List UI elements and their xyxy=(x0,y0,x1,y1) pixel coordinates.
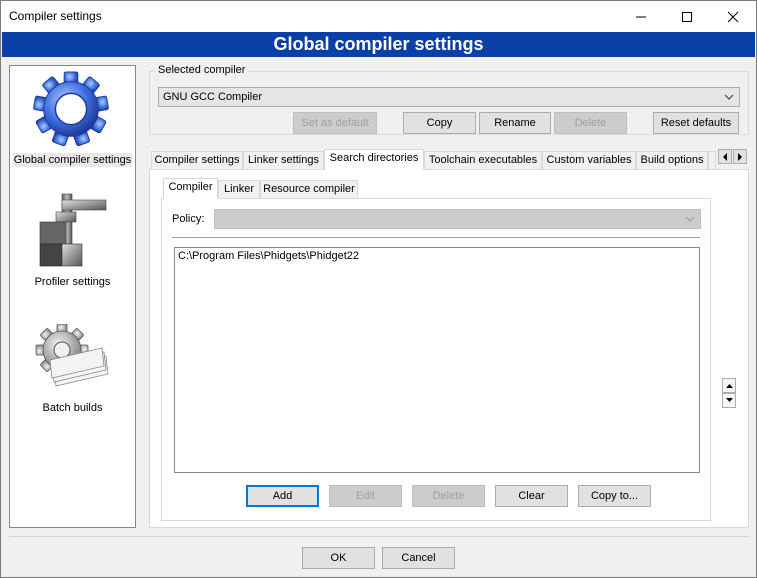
copy-to-button[interactable]: Copy to... xyxy=(578,485,651,507)
tab-linker-settings[interactable]: Linker settings xyxy=(243,151,324,169)
sidebar-item-label: Batch builds xyxy=(42,402,103,414)
clear-directories-button[interactable]: Clear xyxy=(495,485,568,507)
chevron-down-icon xyxy=(724,94,734,100)
sidebar-item-batch-builds[interactable]: Batch builds xyxy=(10,320,135,420)
sidebar-item-profiler-settings[interactable]: Profiler settings xyxy=(10,188,135,298)
list-item[interactable]: C:\Program Files\Phidgets\Phidget22 xyxy=(175,248,699,264)
minimize-icon xyxy=(636,16,646,17)
separator xyxy=(172,237,700,238)
arrow-right-icon xyxy=(738,152,742,161)
compiler-select[interactable]: GNU GCC Compiler xyxy=(158,87,740,107)
dialog-separator xyxy=(9,536,749,537)
window-title: Compiler settings xyxy=(9,9,102,23)
copy-compiler-button[interactable]: Copy xyxy=(403,112,476,134)
selected-compiler-label: Selected compiler xyxy=(155,64,249,76)
move-down-button[interactable] xyxy=(722,393,736,408)
batch-builds-icon xyxy=(35,324,109,387)
gear-icon xyxy=(33,71,109,147)
subtab-compiler[interactable]: Compiler xyxy=(163,178,218,199)
compiler-directories-panel: Policy: C:\Program Files\Phidgets\Phidge… xyxy=(161,198,711,521)
compiler-settings-window: Compiler settings Global compiler settin… xyxy=(0,0,757,578)
subtab-resource-compiler[interactable]: Resource compiler xyxy=(260,180,358,198)
settings-category-list: Global compiler settings Profiler settin… xyxy=(9,65,136,528)
edit-directory-button[interactable]: Edit xyxy=(329,485,402,507)
policy-label: Policy: xyxy=(172,213,205,225)
close-button[interactable] xyxy=(710,1,756,32)
delete-directory-button[interactable]: Delete xyxy=(412,485,485,507)
sidebar-item-label: Global compiler settings xyxy=(12,153,133,167)
sidebar-item-global-compiler-settings[interactable]: Global compiler settings xyxy=(10,68,135,168)
set-as-default-button[interactable]: Set as default xyxy=(293,112,377,134)
policy-select[interactable] xyxy=(214,209,701,229)
selected-compiler-group: Selected compiler GNU GCC Compiler Set a… xyxy=(149,64,749,135)
arrow-down-icon xyxy=(725,398,733,402)
settings-tabs: Compiler settings Linker settings Search… xyxy=(151,149,751,170)
tab-custom-variables[interactable]: Custom variables xyxy=(542,151,636,169)
banner-title: Global compiler settings xyxy=(2,32,755,57)
title-bar: Compiler settings xyxy=(1,1,756,32)
tab-toolchain-executables[interactable]: Toolchain executables xyxy=(424,151,542,169)
close-icon xyxy=(727,11,739,22)
tab-overflow xyxy=(708,151,716,169)
subtab-linker[interactable]: Linker xyxy=(218,180,260,198)
move-up-button[interactable] xyxy=(722,378,736,393)
cancel-button[interactable]: Cancel xyxy=(382,547,455,569)
search-directories-panel: Compiler Linker Resource compiler Policy… xyxy=(149,169,749,528)
compiler-select-value: GNU GCC Compiler xyxy=(163,91,263,103)
minimize-button[interactable] xyxy=(618,1,664,32)
tab-scroll-left-button[interactable] xyxy=(718,149,732,164)
add-directory-button[interactable]: Add xyxy=(246,485,319,507)
arrow-left-icon xyxy=(723,152,727,161)
settings-content: Selected compiler GNU GCC Compiler Set a… xyxy=(149,63,749,528)
ok-button[interactable]: OK xyxy=(302,547,375,569)
tab-search-directories[interactable]: Search directories xyxy=(324,149,424,170)
maximize-button[interactable] xyxy=(664,1,710,32)
tab-compiler-settings[interactable]: Compiler settings xyxy=(151,151,243,169)
rename-compiler-button[interactable]: Rename xyxy=(479,112,551,134)
arrow-up-icon xyxy=(725,384,733,388)
maximize-icon xyxy=(682,11,692,22)
sidebar-item-label: Profiler settings xyxy=(34,276,111,288)
delete-compiler-button[interactable]: Delete xyxy=(554,112,627,134)
tab-scroll-right-button[interactable] xyxy=(733,149,747,164)
directory-list[interactable]: C:\Program Files\Phidgets\Phidget22 xyxy=(174,247,700,473)
chevron-down-icon xyxy=(685,216,695,222)
reset-defaults-button[interactable]: Reset defaults xyxy=(653,112,739,134)
profiler-icon xyxy=(39,193,107,267)
tab-build-options[interactable]: Build options xyxy=(636,151,708,169)
